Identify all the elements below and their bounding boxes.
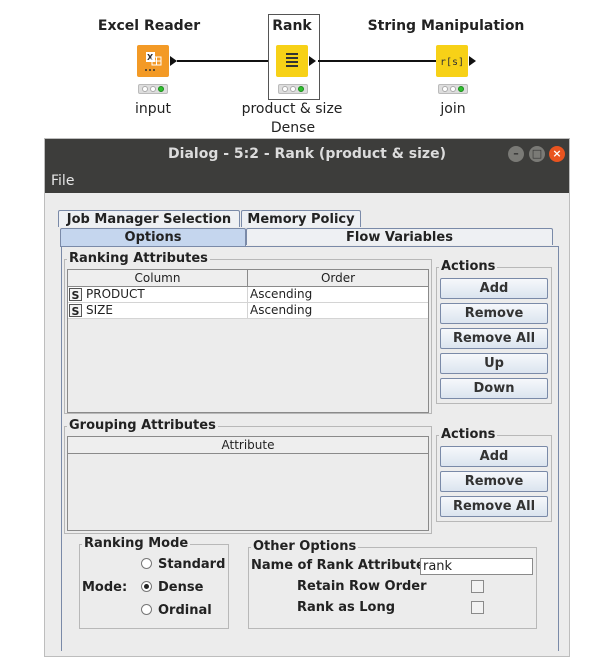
tab-memory-policy[interactable]: Memory Policy <box>241 210 361 227</box>
radio-button-selected[interactable] <box>141 581 152 592</box>
remove-button[interactable]: Remove <box>440 303 548 324</box>
string-type-icon: S <box>69 304 82 318</box>
row-column-value: PRODUCT <box>86 287 145 301</box>
rank-attribute-name-label: Name of Rank Attribute <box>251 558 425 573</box>
table-header: Attribute <box>68 437 428 454</box>
menubar: File <box>45 169 569 193</box>
close-icon[interactable]: × <box>549 146 565 162</box>
svg-text:r[s]: r[s] <box>440 57 464 68</box>
column-header-order[interactable]: Order <box>248 270 428 286</box>
connection-line <box>177 60 269 62</box>
table-row[interactable]: S PRODUCT Ascending <box>68 287 428 303</box>
node-status-traffic-light <box>138 84 168 94</box>
tab-job-manager-selection[interactable]: Job Manager Selection <box>58 210 240 227</box>
node-label-join: join <box>440 101 466 117</box>
radio-standard[interactable]: Standard <box>141 557 225 572</box>
rank-as-long-label: Rank as Long <box>297 600 396 615</box>
row-order-value[interactable]: Ascending <box>248 303 428 318</box>
retain-row-order-checkbox[interactable] <box>471 580 484 593</box>
node-status-traffic-light <box>278 84 308 94</box>
string-function-icon: r[s] <box>440 57 464 68</box>
table-header: Column Order <box>68 270 428 287</box>
menu-file[interactable]: File <box>51 173 74 189</box>
grouping-actions-title: Actions <box>439 427 498 442</box>
output-port[interactable] <box>469 56 476 66</box>
ranking-attributes-group: Ranking Attributes Column Order S PRODUC… <box>64 251 432 414</box>
grouping-remove-all-button[interactable]: Remove All <box>440 496 548 517</box>
ranking-actions-title: Actions <box>439 259 498 274</box>
string-manipulation-node-icon[interactable]: r[s] <box>436 45 468 77</box>
mode-label: Mode: <box>82 580 128 595</box>
dialog-title: Dialog - 5:2 - Rank (product & size) <box>168 146 446 162</box>
up-button[interactable]: Up <box>440 353 548 374</box>
ranking-mode-group: Ranking Mode Standard Mode: Dense Ordina… <box>79 536 229 629</box>
grouping-attributes-title: Grouping Attributes <box>67 418 218 433</box>
output-port[interactable] <box>309 56 316 66</box>
minimize-icon[interactable]: – <box>508 146 524 162</box>
grouping-attributes-group: Grouping Attributes Attribute <box>64 418 432 534</box>
ranking-attributes-table[interactable]: Column Order S PRODUCT Ascending S SIZE … <box>67 269 429 413</box>
radio-ordinal[interactable]: Ordinal <box>141 603 212 618</box>
connection-line <box>318 60 436 62</box>
maximize-icon[interactable]: □ <box>529 146 545 162</box>
ranking-attributes-title: Ranking Attributes <box>67 251 210 266</box>
grouping-attributes-table[interactable]: Attribute <box>67 436 429 531</box>
output-port[interactable] <box>170 56 177 66</box>
rank-node-icon[interactable] <box>276 45 308 77</box>
string-type-icon: S <box>69 288 82 302</box>
radio-label: Ordinal <box>158 603 212 618</box>
rank-list-icon <box>286 53 298 67</box>
node-title-string-manipulation: String Manipulation <box>367 18 525 34</box>
excel-reader-node-icon[interactable]: X <box>137 45 169 77</box>
grouping-actions-group: Actions Add Remove Remove All <box>436 427 552 522</box>
row-order-value[interactable]: Ascending <box>248 287 428 302</box>
tab-options[interactable]: Options <box>60 228 246 247</box>
radio-button[interactable] <box>141 604 152 615</box>
other-options-title: Other Options <box>251 539 359 554</box>
column-header-column[interactable]: Column <box>68 270 248 286</box>
remove-all-button[interactable]: Remove All <box>440 328 548 349</box>
node-status-traffic-light <box>438 84 468 94</box>
ranking-mode-title: Ranking Mode <box>82 536 191 551</box>
grouping-add-button[interactable]: Add <box>440 446 548 467</box>
node-label-dense: Dense <box>270 120 316 136</box>
row-column-value: SIZE <box>86 303 113 317</box>
down-button[interactable]: Down <box>440 378 548 399</box>
radio-label: Standard <box>158 557 226 572</box>
table-row[interactable]: S SIZE Ascending <box>68 303 428 319</box>
node-label-input: input <box>134 101 172 117</box>
rank-as-long-checkbox[interactable] <box>471 601 484 614</box>
radio-label: Dense <box>158 580 204 595</box>
dialog-titlebar[interactable]: Dialog - 5:2 - Rank (product & size) – □… <box>45 139 569 169</box>
rank-attribute-name-input[interactable]: rank <box>420 558 533 575</box>
add-button[interactable]: Add <box>440 278 548 299</box>
excel-table-icon: X <box>145 52 162 71</box>
rank-dialog-window: Dialog - 5:2 - Rank (product & size) – □… <box>44 138 570 657</box>
options-panel: Ranking Attributes Column Order S PRODUC… <box>61 246 559 651</box>
column-header-attribute[interactable]: Attribute <box>68 437 428 453</box>
radio-button[interactable] <box>141 558 152 569</box>
node-label-product-size: product & size <box>241 101 343 117</box>
radio-dense[interactable]: Dense <box>141 580 203 595</box>
node-title-excel-reader: Excel Reader <box>97 18 201 34</box>
grouping-remove-button[interactable]: Remove <box>440 471 548 492</box>
retain-row-order-label: Retain Row Order <box>297 579 427 594</box>
other-options-group: Other Options Name of Rank Attribute ran… <box>248 539 537 629</box>
tab-flow-variables[interactable]: Flow Variables <box>246 228 553 245</box>
node-title-rank: Rank <box>272 18 312 34</box>
ranking-actions-group: Actions Add Remove Remove All Up Down <box>436 259 552 404</box>
